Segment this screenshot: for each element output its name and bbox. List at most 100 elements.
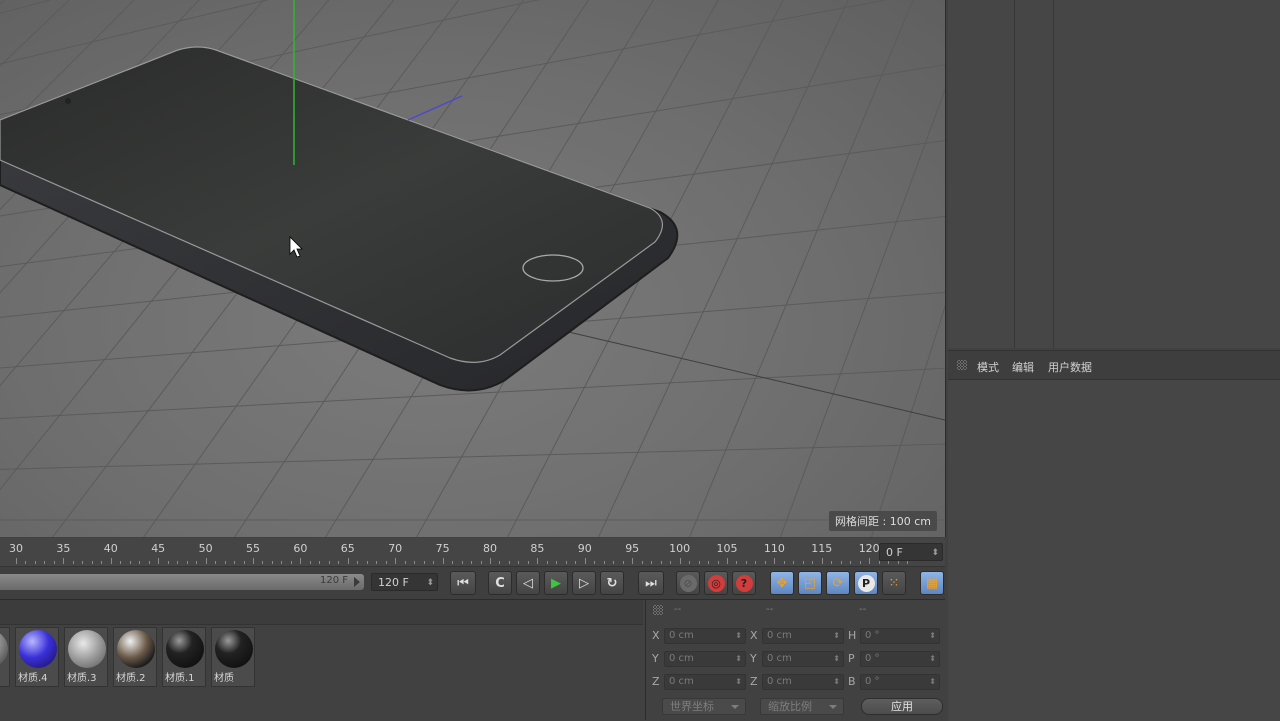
material-preview: [117, 630, 155, 668]
coord-axis-label: X: [652, 629, 660, 642]
3d-viewport[interactable]: 网格间距 : 100 cm: [0, 0, 946, 537]
panel-grip-icon[interactable]: [957, 360, 967, 370]
coord-value-field[interactable]: 0 cm: [762, 628, 844, 644]
coord-value-field[interactable]: 0 °: [860, 651, 940, 667]
ruler-tick: [25, 561, 27, 564]
ruler-tick: [802, 561, 804, 564]
ruler-tick: [338, 561, 340, 564]
parameter-icon: P: [857, 574, 875, 592]
prev-key-icon: C: [495, 575, 505, 591]
coord-axis-label: P: [848, 652, 855, 665]
material-swatch[interactable]: 材质.1: [162, 627, 206, 687]
material-swatch[interactable]: 材质: [211, 627, 255, 687]
ruler-tick: [745, 561, 747, 564]
record-disabled-button[interactable]: ⊘: [676, 571, 700, 595]
object-manager-panel[interactable]: [948, 0, 1280, 348]
coord-axis-label: B: [848, 675, 856, 688]
question-icon: ?: [735, 574, 753, 592]
ruler-tick: [186, 561, 188, 564]
material-manager-header: [0, 600, 643, 625]
viewport-scene: [0, 0, 945, 537]
key-position-button[interactable]: ✥: [770, 571, 794, 595]
coord-axis-label: Z: [652, 675, 660, 688]
material-manager: 材质.4 材质.3 材质.2 材质.1 材质: [0, 600, 643, 720]
next-key-button[interactable]: ↻: [600, 571, 624, 595]
play-button[interactable]: ▶: [544, 571, 568, 595]
step-forward-icon: ▷: [579, 575, 589, 591]
ruler-tick-label: 110: [763, 542, 785, 555]
coord-axis-label: Y: [750, 652, 757, 665]
ruler-tick-label: 85: [530, 542, 545, 555]
coord-axis-label: X: [750, 629, 758, 642]
record-button[interactable]: ◎: [704, 571, 728, 595]
previous-key-button[interactable]: C: [488, 571, 512, 595]
ruler-tick: [907, 561, 909, 564]
ruler-tick: [357, 561, 359, 564]
preview-range-slider[interactable]: 120 F: [0, 574, 364, 590]
record-icon: ◎: [707, 574, 725, 592]
coordinate-mode-dropdown[interactable]: 世界坐标: [662, 698, 746, 715]
end-frame-field[interactable]: 120 F: [371, 573, 438, 592]
material-preview: [166, 630, 204, 668]
ruler-tick: [347, 558, 349, 564]
previous-frame-button[interactable]: ◁: [516, 571, 540, 595]
apply-button[interactable]: 应用: [861, 698, 943, 715]
ruler-tick: [196, 561, 198, 564]
current-frame-field[interactable]: 0 F: [879, 543, 943, 562]
material-swatch-partial[interactable]: [0, 627, 10, 687]
ruler-tick: [290, 561, 292, 564]
ruler-tick: [783, 561, 785, 564]
timeline-window-button[interactable]: ▦: [920, 571, 944, 595]
tab-user-data[interactable]: 用户数据: [1048, 359, 1092, 375]
ruler-tick: [309, 561, 311, 564]
ruler-tick: [490, 558, 491, 564]
ruler-tick: [376, 561, 378, 564]
material-swatch[interactable]: 材质.2: [113, 627, 157, 687]
timeline-ruler[interactable]: 30 35 40 45 50 55 60 65 70 75 80 85 90 95 100 105 110 115…: [0, 538, 945, 567]
material-swatch[interactable]: 材质.3: [64, 627, 108, 687]
tab-mode[interactable]: 模式: [977, 359, 999, 375]
ruler-tick: [63, 558, 65, 564]
ruler-tick-label: 90: [577, 542, 592, 555]
material-preview: [19, 630, 57, 668]
key-scale-button[interactable]: ◰: [798, 571, 822, 595]
coord-value-field[interactable]: 0 °: [860, 674, 940, 690]
ruler-tick: [527, 561, 529, 564]
ruler-tick: [110, 558, 112, 564]
coord-value-field[interactable]: 0 cm: [762, 674, 844, 690]
ruler-tick: [698, 561, 700, 564]
column-divider: [1053, 0, 1054, 348]
film-icon: ▦: [925, 575, 939, 591]
scale-mode-dropdown[interactable]: 缩放比例: [760, 698, 844, 715]
material-name: 材质.3: [67, 673, 97, 684]
ruler-tick: [812, 561, 814, 564]
ruler-tick: [717, 561, 719, 564]
coord-value-field[interactable]: 0 cm: [664, 628, 746, 644]
key-rotation-button[interactable]: ⟳: [826, 571, 850, 595]
coord-value-field[interactable]: 0 cm: [664, 651, 746, 667]
go-to-start-button[interactable]: ⏮: [450, 571, 476, 595]
ruler-tick: [158, 558, 160, 564]
ruler-tick: [366, 561, 368, 564]
grid-spacing-label: 网格间距 : 100 cm: [829, 511, 937, 531]
panel-grip-icon[interactable]: [653, 605, 663, 615]
ruler-tick: [44, 561, 46, 564]
grid-line: [689, 0, 914, 537]
key-parameter-button[interactable]: P: [854, 571, 878, 595]
next-frame-button[interactable]: ▷: [572, 571, 596, 595]
coord-value-field[interactable]: 0 °: [860, 628, 940, 644]
ruler-tick: [262, 561, 264, 564]
material-swatch[interactable]: 材质.4: [15, 627, 59, 687]
attribute-tabs: 模式 编辑 用户数据: [948, 351, 1280, 380]
go-to-end-button[interactable]: ⏭: [638, 571, 664, 595]
grid-dots-icon: ⁙: [888, 575, 900, 591]
coord-value-field[interactable]: 0 cm: [664, 674, 746, 690]
key-pla-button[interactable]: ⁙: [882, 571, 906, 595]
coord-value-field[interactable]: 0 cm: [762, 651, 844, 667]
ruler-tick: [271, 561, 273, 564]
ruler-tick: [414, 561, 416, 564]
ruler-tick: [793, 561, 795, 564]
tab-edit[interactable]: 编辑: [1012, 359, 1034, 375]
ruler-tick: [215, 561, 217, 564]
autokey-button[interactable]: ?: [732, 571, 756, 595]
